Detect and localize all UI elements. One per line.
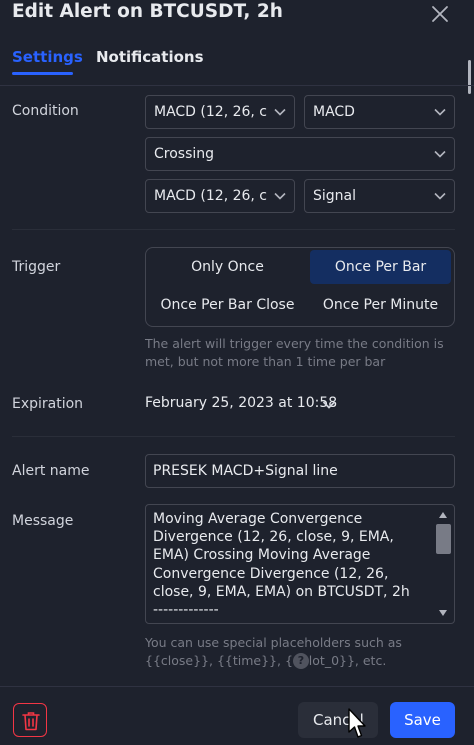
condition-label: Condition xyxy=(12,103,79,119)
trigger-option-once-per-minute[interactable]: Once Per Minute xyxy=(310,288,451,322)
tab-settings[interactable]: Settings xyxy=(12,48,83,66)
select-value: Crossing xyxy=(154,146,215,162)
message-textarea[interactable]: Moving Average Convergence Divergence (1… xyxy=(145,504,455,624)
close-button[interactable] xyxy=(428,2,452,26)
condition-operator-select[interactable]: Crossing xyxy=(145,137,455,171)
trigger-option-once-per-bar[interactable]: Once Per Bar xyxy=(310,250,451,284)
mouse-cursor-icon xyxy=(348,708,366,738)
section-divider xyxy=(12,436,455,437)
active-tab-indicator xyxy=(12,72,73,75)
trigger-hint: The alert will trigger every time the co… xyxy=(145,336,444,369)
chevron-down-icon xyxy=(274,192,286,200)
message-scrollbar[interactable] xyxy=(432,504,454,624)
chevron-down-icon xyxy=(434,108,446,116)
close-icon xyxy=(432,6,448,22)
scroll-up-icon[interactable] xyxy=(438,511,448,519)
expiration-value[interactable]: February 25, 2023 at 10:58 xyxy=(145,395,337,411)
trash-icon xyxy=(22,712,40,731)
message-label: Message xyxy=(12,513,74,529)
edit-alert-dialog: Edit Alert on BTCUSDT, 2h Settings Notif… xyxy=(0,0,474,745)
tabs-divider xyxy=(0,85,474,86)
chevron-down-icon xyxy=(274,108,286,116)
expiration-label: Expiration xyxy=(12,396,84,412)
dialog-title: Edit Alert on BTCUSDT, 2h xyxy=(12,1,283,22)
select-value: MACD xyxy=(313,104,355,120)
scroll-thumb[interactable] xyxy=(436,524,451,554)
condition-source-1-select[interactable]: MACD (12, 26, c... xyxy=(145,95,295,129)
trigger-option-only-once[interactable]: Only Once xyxy=(149,250,306,284)
message-text: Moving Average Convergence Divergence (1… xyxy=(153,511,410,619)
trigger-label: Trigger xyxy=(12,259,61,275)
delete-alert-button[interactable] xyxy=(13,703,47,737)
chevron-down-icon[interactable] xyxy=(322,400,336,410)
section-divider xyxy=(12,229,455,230)
condition-plot-1-select[interactable]: MACD xyxy=(304,95,455,129)
alert-name-input[interactable]: PRESEK MACD+Signal line xyxy=(145,454,455,488)
dialog-header: Edit Alert on BTCUSDT, 2h xyxy=(0,0,474,32)
select-value: MACD (12, 26, c... xyxy=(154,104,268,120)
alert-name-label: Alert name xyxy=(12,463,90,479)
chevron-down-icon xyxy=(434,150,446,158)
chevron-down-icon xyxy=(434,192,446,200)
condition-plot-2-select[interactable]: Signal xyxy=(304,179,455,213)
trigger-option-once-per-bar-close[interactable]: Once Per Bar Close xyxy=(149,288,306,322)
scroll-down-icon[interactable] xyxy=(438,609,448,617)
tab-notifications[interactable]: Notifications xyxy=(96,48,204,66)
panel-scrollbar[interactable] xyxy=(468,60,471,94)
condition-source-2-select[interactable]: MACD (12, 26, c... xyxy=(145,179,295,213)
select-value: MACD (12, 26, c... xyxy=(154,188,268,204)
save-button[interactable]: Save xyxy=(390,702,455,738)
tab-bar: Settings Notifications xyxy=(0,44,474,76)
help-icon[interactable]: ? xyxy=(293,653,309,669)
select-value: Signal xyxy=(313,188,357,204)
